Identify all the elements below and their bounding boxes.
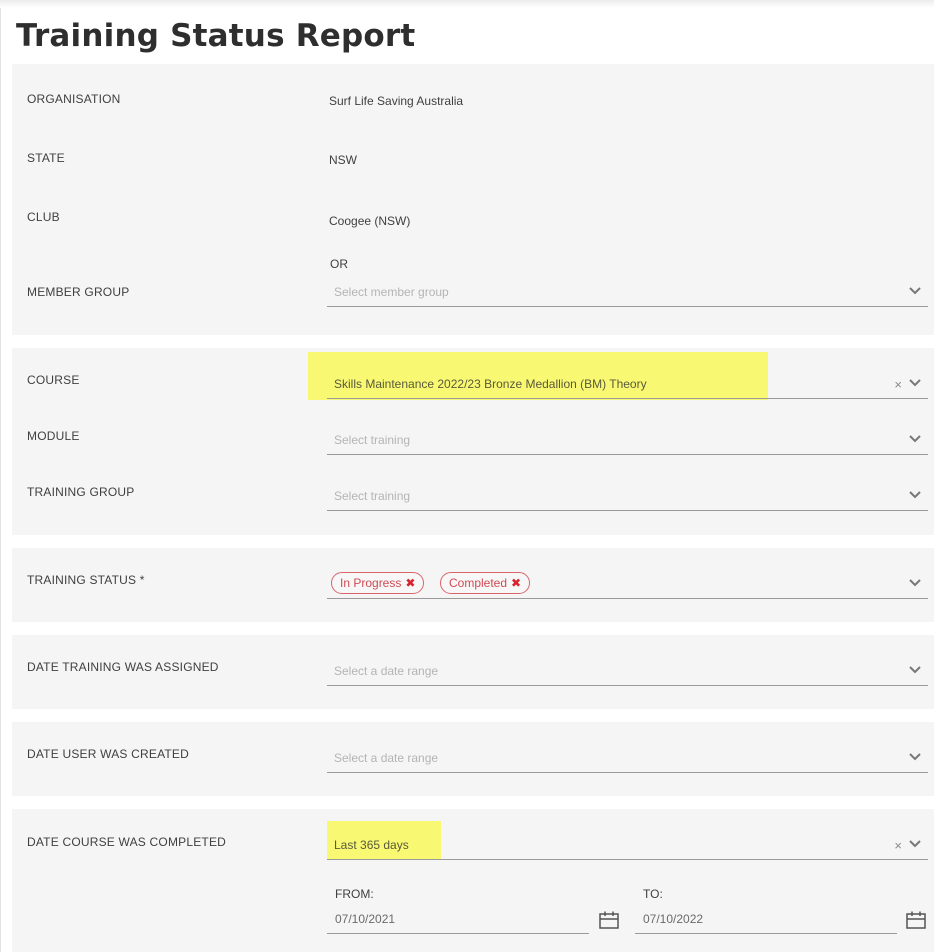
training-group-placeholder: Select training [334, 489, 411, 503]
date-completed-label: DATE COURSE WAS COMPLETED [27, 835, 227, 849]
section-date-user-created: DATE USER WAS CREATED Select a date rang… [12, 722, 934, 796]
state-label: STATE [27, 151, 65, 165]
organisation-value: Surf Life Saving Australia [329, 94, 464, 108]
date-assigned-select[interactable]: Select a date range [327, 656, 928, 686]
training-group-label: TRAINING GROUP [27, 485, 135, 499]
remove-chip-icon[interactable]: ✖ [405, 573, 415, 593]
remove-chip-icon[interactable]: ✖ [511, 573, 521, 593]
club-label: CLUB [27, 210, 60, 224]
course-label: COURSE [27, 373, 80, 387]
module-placeholder: Select training [334, 433, 411, 447]
module-label: MODULE [27, 429, 80, 443]
chevron-down-icon[interactable] [908, 378, 922, 388]
section-training-status: TRAINING STATUS * In Progress ✖ Completed… [12, 548, 934, 622]
course-selected-value: Skills Maintenance 2022/23 Bronze Medall… [334, 377, 647, 391]
course-select[interactable]: Skills Maintenance 2022/23 Bronze Medall… [327, 369, 928, 399]
date-user-created-select[interactable]: Select a date range [327, 743, 928, 773]
from-label: FROM: [335, 887, 374, 901]
module-select[interactable]: Select training [327, 425, 928, 455]
chip-completed-label: Completed [449, 576, 508, 590]
to-date-input[interactable]: 07/10/2022 [635, 906, 897, 934]
calendar-icon[interactable] [905, 910, 927, 930]
to-date-value: 07/10/2022 [643, 912, 704, 926]
member-group-select[interactable]: Select member group [327, 277, 928, 307]
clear-icon[interactable]: × [894, 839, 902, 852]
from-date-input[interactable]: 07/10/2021 [327, 906, 589, 934]
chevron-down-icon[interactable] [908, 578, 922, 588]
date-assigned-label: DATE TRAINING WAS ASSIGNED [27, 660, 219, 674]
date-user-created-label: DATE USER WAS CREATED [27, 747, 189, 761]
chip-in-progress: In Progress ✖ [331, 572, 425, 594]
page-title: Training Status Report [16, 18, 416, 54]
chevron-down-icon[interactable] [908, 490, 922, 500]
clear-icon[interactable]: × [894, 378, 902, 391]
section-date-course-completed: DATE COURSE WAS COMPLETED Last 365 days … [12, 809, 934, 952]
training-group-select[interactable]: Select training [327, 481, 928, 511]
chevron-down-icon[interactable] [908, 286, 922, 296]
date-user-created-placeholder: Select a date range [334, 751, 439, 765]
calendar-icon[interactable] [598, 910, 620, 930]
section-date-assigned: DATE TRAINING WAS ASSIGNED Select a date… [12, 635, 934, 709]
chip-completed: Completed ✖ [440, 572, 531, 594]
member-group-placeholder: Select member group [334, 285, 449, 299]
date-completed-value: Last 365 days [334, 838, 409, 852]
date-completed-select[interactable]: Last 365 days × [327, 830, 928, 860]
date-assigned-placeholder: Select a date range [334, 664, 439, 678]
chevron-down-icon[interactable] [908, 752, 922, 762]
state-value: NSW [329, 153, 357, 167]
training-status-select[interactable]: In Progress ✖ Completed ✖ [327, 569, 928, 599]
training-status-label: TRAINING STATUS * [27, 573, 145, 587]
chevron-down-icon[interactable] [908, 665, 922, 675]
chip-in-progress-label: In Progress [340, 576, 402, 590]
club-value: Coogee (NSW) [329, 214, 411, 228]
organisation-label: ORGANISATION [27, 92, 121, 106]
section-course: COURSE Skills Maintenance 2022/23 Bronze… [12, 348, 934, 535]
chevron-down-icon[interactable] [908, 434, 922, 444]
member-group-label: MEMBER GROUP [27, 285, 130, 299]
to-label: TO: [643, 887, 663, 901]
section-organisation: ORGANISATION Surf Life Saving Australia … [12, 64, 934, 335]
from-date-value: 07/10/2021 [335, 912, 396, 926]
chevron-down-icon[interactable] [908, 839, 922, 849]
or-separator: OR [330, 257, 348, 271]
top-edge [0, 0, 934, 8]
